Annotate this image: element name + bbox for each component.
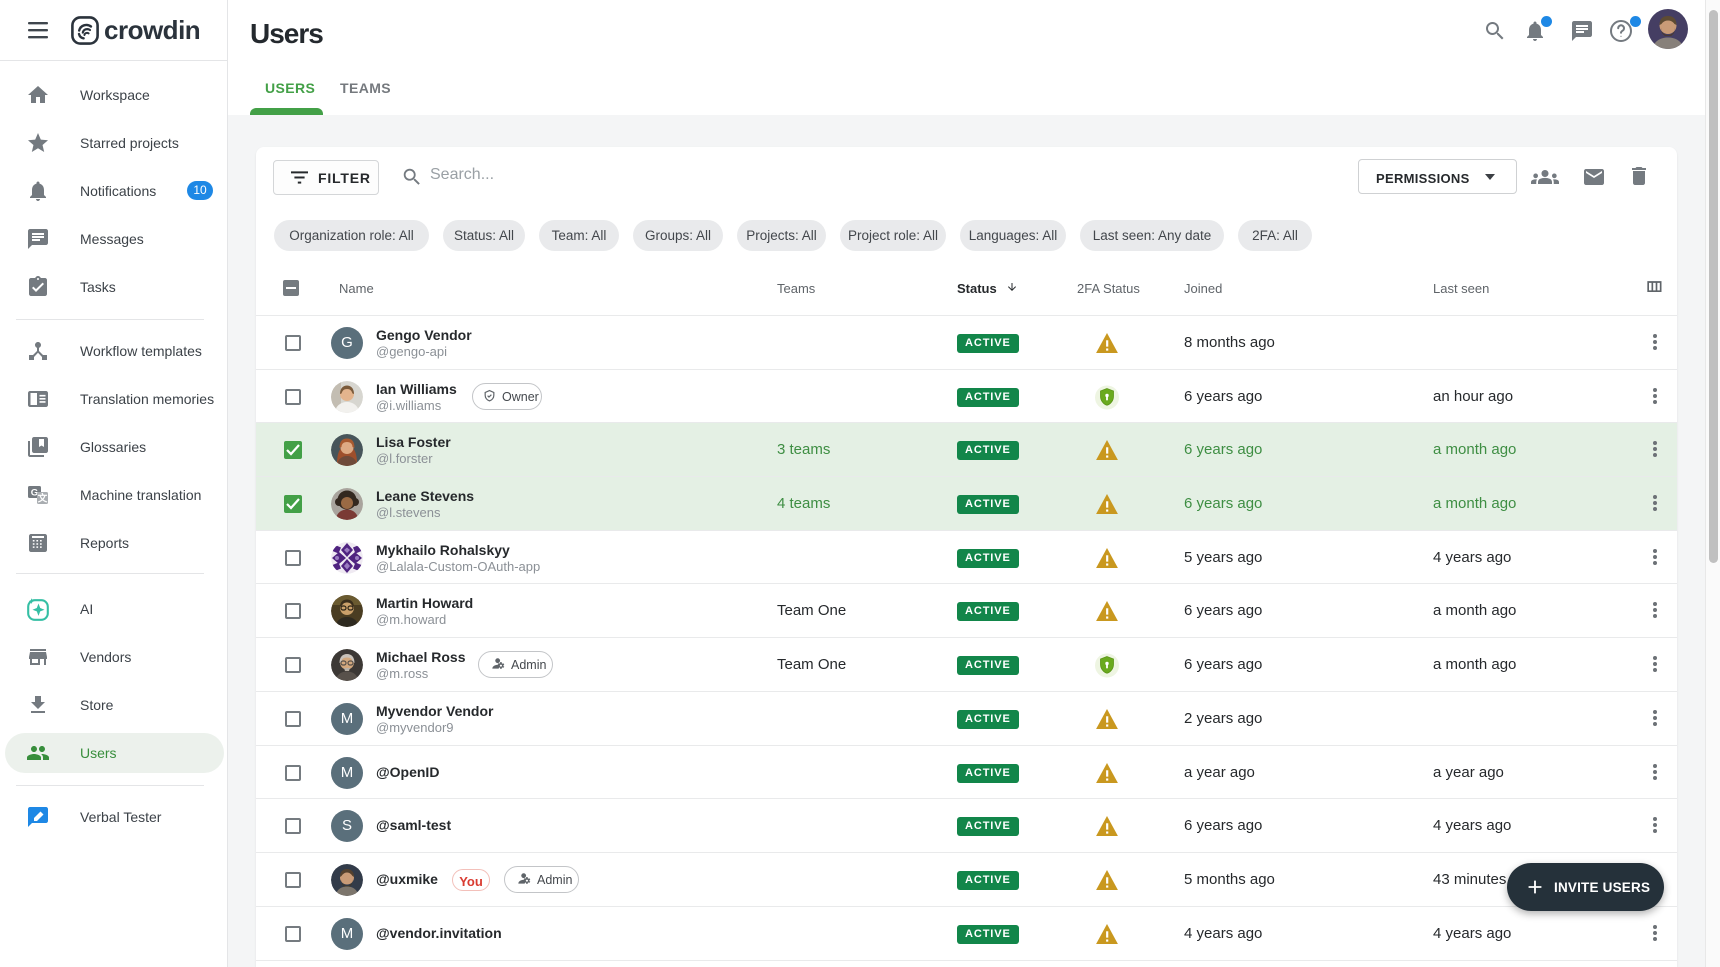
svg-text:文: 文 xyxy=(37,492,48,504)
